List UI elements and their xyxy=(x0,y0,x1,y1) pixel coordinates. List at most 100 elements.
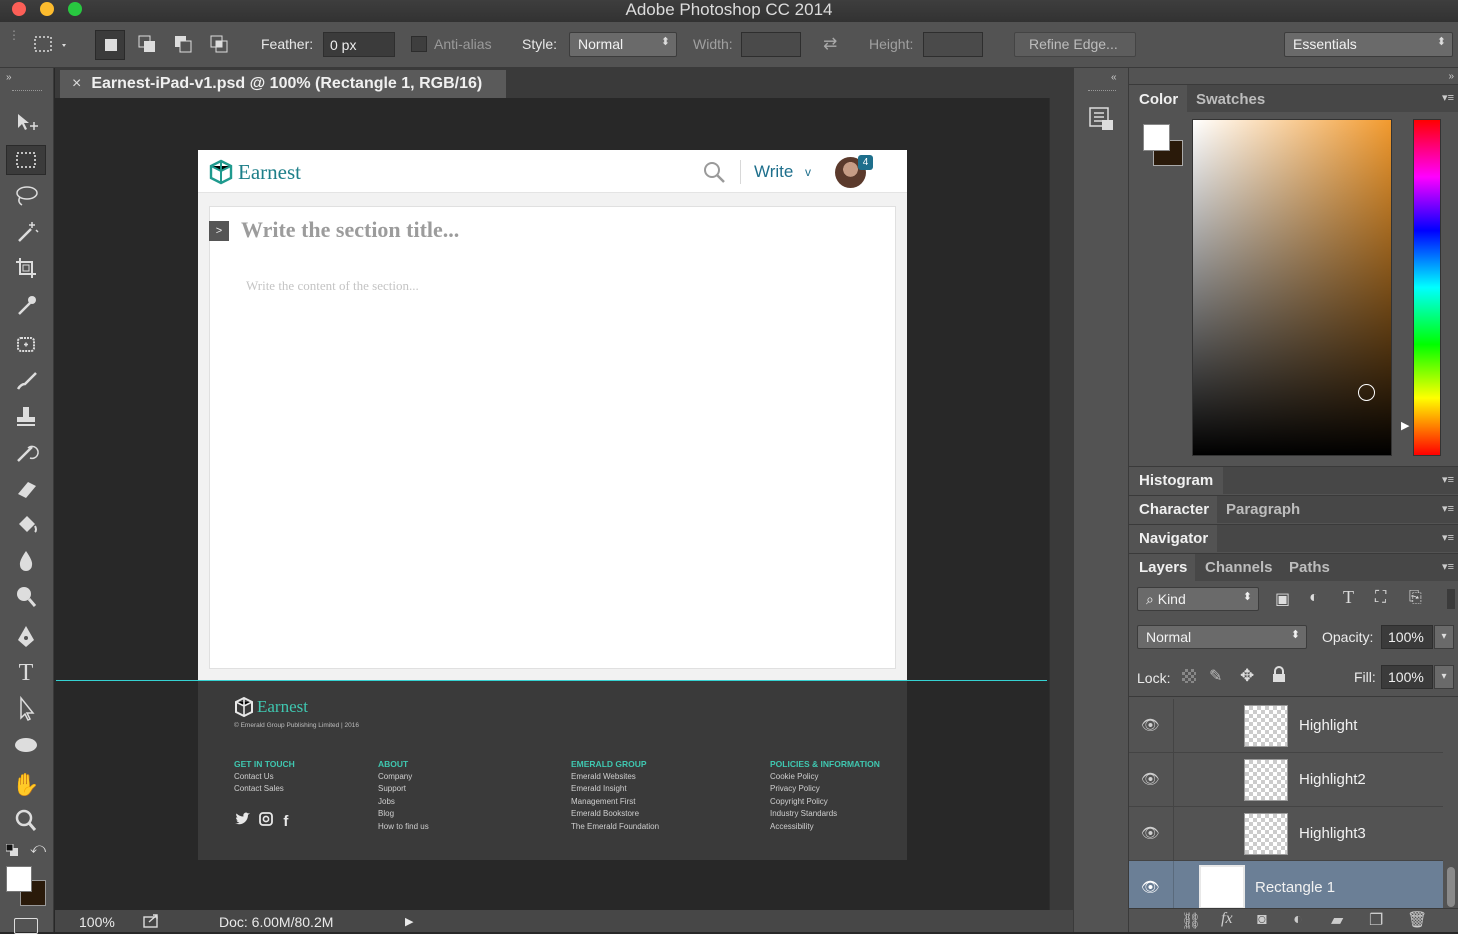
canvas-scrollbar[interactable] xyxy=(1049,98,1073,910)
crop-tool-icon[interactable] xyxy=(10,254,42,284)
footer-link[interactable]: How to find us xyxy=(378,821,429,834)
footer-link[interactable]: Jobs xyxy=(378,796,429,809)
hue-slider-handle[interactable]: ▶ xyxy=(1401,419,1409,432)
footer-link[interactable]: Industry Standards xyxy=(770,808,880,821)
type-tool-icon[interactable]: T xyxy=(10,658,42,688)
layer-style-fx-icon[interactable]: fx xyxy=(1221,910,1233,928)
layer-name[interactable]: Highlight xyxy=(1299,717,1357,734)
panel-menu-icon[interactable]: ▾≡ xyxy=(1442,473,1454,486)
facebook-icon[interactable]: f xyxy=(283,813,288,830)
minimize-window-button[interactable] xyxy=(40,2,54,16)
footer-link[interactable]: The Emerald Foundation xyxy=(571,821,659,834)
color-field[interactable] xyxy=(1192,119,1392,456)
twitter-icon[interactable] xyxy=(234,812,254,830)
close-tab-icon[interactable]: × xyxy=(72,75,81,92)
section-toggle-button[interactable]: > xyxy=(209,221,229,241)
pen-tool-icon[interactable] xyxy=(10,622,42,652)
history-brush-tool-icon[interactable] xyxy=(10,438,42,468)
paint-bucket-tool-icon[interactable] xyxy=(10,510,42,540)
hand-tool-icon[interactable]: ✋ xyxy=(10,770,42,800)
filter-type-icon[interactable]: T xyxy=(1343,587,1354,608)
rect-marquee-tool-icon[interactable] xyxy=(6,145,46,175)
footer-link[interactable]: Emerald Bookstore xyxy=(571,808,659,821)
color-foreground-swatch[interactable] xyxy=(1143,124,1170,151)
feather-input[interactable]: 0 px xyxy=(323,32,395,57)
instagram-icon[interactable] xyxy=(259,812,277,830)
healing-brush-tool-icon[interactable] xyxy=(10,330,42,360)
tab-swatches[interactable]: Swatches xyxy=(1196,91,1265,108)
tab-histogram[interactable]: Histogram xyxy=(1139,472,1213,489)
layer-filter-select[interactable]: ⌕ Kind ⬍ xyxy=(1137,587,1259,611)
collapse-tools-icon[interactable]: » xyxy=(6,72,12,83)
tab-navigator[interactable]: Navigator xyxy=(1139,530,1208,547)
clone-stamp-tool-icon[interactable] xyxy=(10,402,42,432)
path-selection-tool-icon[interactable] xyxy=(10,694,42,724)
add-selection-button[interactable] xyxy=(132,30,162,60)
layer-row[interactable]: 👁 Highlight3 xyxy=(1129,807,1443,861)
filter-shape-icon[interactable]: ⛶ xyxy=(1375,589,1386,607)
eye-icon[interactable]: 👁 xyxy=(1141,716,1160,734)
eye-icon[interactable]: 👁 xyxy=(1141,824,1160,842)
layer-row[interactable]: 👁 Highlight xyxy=(1129,699,1443,753)
zoom-tool-icon[interactable] xyxy=(10,806,42,836)
status-menu-arrow-icon[interactable]: ▶ xyxy=(405,915,413,928)
close-window-button[interactable] xyxy=(12,2,26,16)
swap-dimensions-icon[interactable]: ⇄ xyxy=(823,34,837,54)
magic-wand-tool-icon[interactable] xyxy=(10,218,42,248)
layer-row[interactable]: 👁 Highlight2 xyxy=(1129,753,1443,807)
tab-layers[interactable]: Layers xyxy=(1139,559,1187,576)
footer-link[interactable]: Company xyxy=(378,771,429,784)
tab-channels[interactable]: Channels xyxy=(1205,559,1273,576)
add-mask-icon[interactable]: ◙ xyxy=(1257,911,1267,929)
filter-adjustment-icon[interactable]: ◐ xyxy=(1309,589,1319,607)
new-group-folder-icon[interactable]: ▰ xyxy=(1331,910,1343,930)
footer-link[interactable]: Contact Sales xyxy=(234,783,295,796)
adjustment-layer-icon[interactable]: ◐ xyxy=(1293,911,1303,929)
color-picker-handle[interactable] xyxy=(1358,384,1375,401)
zoom-level[interactable]: 100% xyxy=(79,914,115,930)
share-icon[interactable] xyxy=(143,913,161,929)
swap-colors-icon[interactable]: ⤺ xyxy=(30,840,46,857)
collapse-strip-icon[interactable]: « xyxy=(1111,72,1117,83)
footer-link[interactable]: Privacy Policy xyxy=(770,783,880,796)
eyedropper-tool-icon[interactable] xyxy=(10,290,42,320)
height-input[interactable] xyxy=(923,32,983,57)
footer-link[interactable]: Copyright Policy xyxy=(770,796,880,809)
fill-input[interactable]: 100% xyxy=(1381,665,1433,689)
new-layer-icon[interactable]: ❐ xyxy=(1369,910,1383,930)
eye-icon[interactable]: 👁 xyxy=(1141,770,1160,788)
lock-position-icon[interactable]: ✥ xyxy=(1240,666,1254,686)
lasso-tool-icon[interactable] xyxy=(10,181,42,211)
eraser-tool-icon[interactable] xyxy=(10,474,42,504)
link-layers-icon[interactable]: ⛓ xyxy=(1181,911,1201,931)
foreground-color-swatch[interactable] xyxy=(6,866,32,892)
brush-tool-icon[interactable] xyxy=(10,366,42,396)
tab-paths[interactable]: Paths xyxy=(1289,559,1330,576)
history-panel-icon[interactable] xyxy=(1088,106,1116,132)
tab-character[interactable]: Character xyxy=(1139,501,1209,518)
filter-pixel-icon[interactable]: ▣ xyxy=(1275,589,1290,609)
anti-alias-checkbox[interactable] xyxy=(411,36,427,52)
chevron-down-icon[interactable]: v xyxy=(805,165,811,179)
footer-link[interactable]: Accessibility xyxy=(770,821,880,834)
zoom-window-button[interactable] xyxy=(68,2,82,16)
lock-pixels-icon[interactable]: ✎ xyxy=(1209,666,1222,686)
eye-icon[interactable]: 👁 xyxy=(1141,878,1160,896)
hue-slider[interactable] xyxy=(1413,119,1441,456)
blend-mode-select[interactable]: Normal ⬍ xyxy=(1137,625,1307,649)
width-input[interactable] xyxy=(741,32,801,57)
blur-tool-icon[interactable] xyxy=(10,546,42,576)
panel-menu-icon[interactable]: ▾≡ xyxy=(1442,91,1454,104)
workspace-select[interactable]: Essentials ⬍ xyxy=(1284,32,1453,57)
collapse-panels-icon[interactable]: » xyxy=(1448,71,1454,82)
layer-row-selected[interactable]: 👁 Rectangle 1 xyxy=(1129,861,1443,915)
panel-menu-icon[interactable]: ▾≡ xyxy=(1442,531,1454,544)
filter-smart-object-icon[interactable]: ⎘ xyxy=(1409,589,1422,607)
panel-menu-icon[interactable]: ▾≡ xyxy=(1442,502,1454,515)
lock-transparent-icon[interactable] xyxy=(1182,669,1196,683)
guide-line[interactable] xyxy=(56,680,1047,681)
footer-link[interactable]: Emerald Websites xyxy=(571,771,659,784)
move-tool-icon[interactable] xyxy=(10,108,42,138)
section-content-input[interactable]: Write the content of the section... xyxy=(246,278,419,294)
refine-edge-button[interactable]: Refine Edge... xyxy=(1014,32,1136,57)
